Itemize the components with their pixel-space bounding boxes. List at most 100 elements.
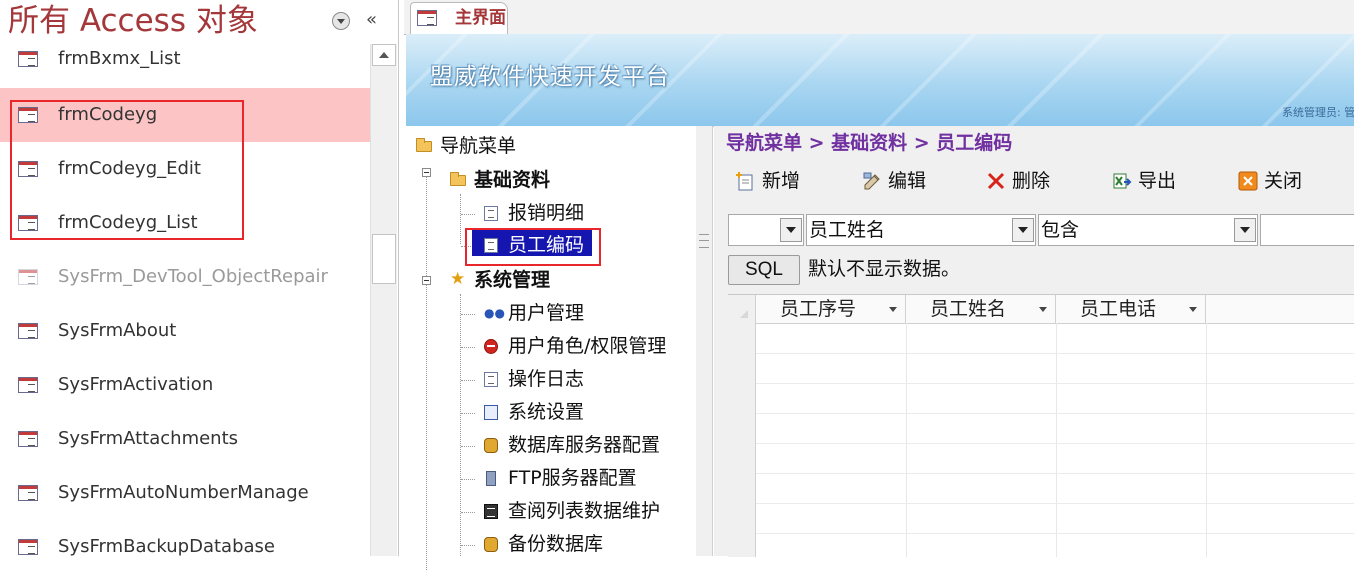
database-icon	[484, 537, 498, 552]
nav-item-label: SysFrmActivation	[58, 374, 214, 395]
nav-item-label: frmBxmx_List	[58, 48, 181, 69]
tree-item-label: 系统设置	[508, 401, 585, 423]
column-filter-arrow-icon[interactable]	[1039, 307, 1047, 312]
nav-item-sysfrmabout[interactable]: SysFrmAbout	[0, 304, 370, 358]
employee-datasheet: 员工序号 员工姓名 员工电话	[728, 294, 1354, 557]
tree-item-label: 查阅列表数据维护	[508, 500, 661, 522]
tree-item-label: 用户角色/权限管理	[508, 335, 667, 357]
users-icon: ●●	[484, 306, 505, 320]
tree-guide-line	[461, 479, 475, 480]
edit-icon	[863, 172, 880, 190]
tree-guide-line	[461, 347, 475, 348]
database-icon	[484, 438, 498, 453]
document-area: 主界面 盟威软件快速开发平台 系统管理员: 管 导航菜单 基础资料 报销明细 员…	[404, 0, 1354, 570]
tree-item-label: 用户管理	[508, 302, 585, 324]
grid-line	[1056, 323, 1057, 557]
tree-node-label: 基础资料	[474, 169, 551, 191]
excel-export-icon	[1113, 173, 1132, 189]
field-name-combo[interactable]: 员工姓名	[806, 214, 1036, 246]
tree-item-label: FTP服务器配置	[508, 467, 637, 489]
dropdown-arrow-icon[interactable]	[1012, 218, 1034, 242]
form-icon	[18, 269, 38, 285]
scroll-thumb[interactable]	[372, 234, 396, 284]
form-icon	[18, 539, 38, 555]
tree-guide-line	[461, 380, 475, 381]
column-header-label: 员工电话	[1080, 298, 1157, 320]
no-entry-icon	[484, 339, 498, 354]
nav-item-sysfrm-devtool-objectrepair[interactable]: SysFrm_DevTool_ObjectRepair	[0, 250, 370, 304]
nav-item-sysfrmautonumbermanage[interactable]: SysFrmAutoNumberManage	[0, 466, 370, 520]
new-document-icon	[736, 172, 753, 191]
collapse-icon[interactable]	[422, 276, 431, 285]
employee-code-list-form: 导航菜单 > 基础资料 > 员工编码 新增 编辑 删除 导出 关闭 员工姓名 包…	[714, 126, 1354, 557]
column-header-employee-phone[interactable]: 员工电话	[1056, 295, 1206, 323]
tree-guide-line	[461, 512, 475, 513]
grid-line	[756, 383, 1354, 384]
grid-line	[756, 533, 1354, 534]
nav-pane-scrollbar[interactable]	[370, 44, 397, 556]
shutter-bar-collapse-icon[interactable]: «	[366, 9, 377, 31]
button-label: 导出	[1138, 170, 1177, 192]
combo-value: 包含	[1041, 219, 1080, 241]
grid-line	[756, 413, 1354, 414]
button-label: 编辑	[888, 170, 927, 192]
header-banner: 盟威软件快速开发平台 系统管理员: 管	[406, 34, 1354, 127]
grid-line	[756, 443, 1354, 444]
star-icon: ★	[450, 269, 466, 289]
column-header-employee-name[interactable]: 员工姓名	[906, 295, 1056, 323]
nav-item-sysfrmattachments[interactable]: SysFrmAttachments	[0, 412, 370, 466]
combo-value: 员工姓名	[809, 219, 886, 241]
nav-pane-menu-icon[interactable]	[332, 12, 350, 30]
column-header-label: 员工序号	[780, 298, 857, 320]
search-value-input[interactable]	[1260, 214, 1354, 246]
datasheet-header: 员工序号 员工姓名 员工电话	[728, 295, 1354, 324]
document-icon	[484, 372, 498, 387]
nav-item-label: SysFrmAbout	[58, 320, 177, 341]
tree-item-label: 数据库服务器配置	[508, 434, 661, 456]
grid-line	[1206, 323, 1207, 557]
nav-item-sysfrmbackupdatabase[interactable]: SysFrmBackupDatabase	[0, 520, 370, 556]
sql-status-message: 默认不显示数据。	[808, 258, 961, 280]
nav-item-label: SysFrmAutoNumberManage	[58, 482, 309, 503]
column-filter-arrow-icon[interactable]	[1189, 307, 1197, 312]
close-icon	[1238, 171, 1258, 191]
breadcrumb: 导航菜单 > 基础资料 > 员工编码	[726, 132, 1013, 154]
form-icon	[18, 485, 38, 501]
tree-guide-line	[426, 170, 427, 570]
scroll-grip-icon[interactable]	[699, 234, 709, 248]
settings-icon	[484, 405, 498, 420]
tab-main-form[interactable]: 主界面	[410, 2, 508, 34]
form-icon	[18, 377, 38, 393]
operator-combo[interactable]: 包含	[1038, 214, 1258, 246]
tree-item-label: 备份数据库	[508, 533, 604, 555]
open-folder-icon	[450, 172, 466, 186]
document-icon	[484, 206, 498, 221]
grid-line	[756, 503, 1354, 504]
dropdown-arrow-icon[interactable]	[1234, 218, 1256, 242]
tree-guide-line	[460, 294, 461, 556]
banner-title: 盟威软件快速开发平台	[430, 64, 670, 90]
column-header-employee-id[interactable]: 员工序号	[756, 295, 906, 323]
logic-combo[interactable]	[728, 214, 804, 246]
nav-item-sysfrmactivation[interactable]: SysFrmActivation	[0, 358, 370, 412]
filter-bar: 员工姓名 包含	[728, 214, 1354, 246]
dropdown-arrow-icon[interactable]	[780, 218, 802, 242]
tree-guide-line	[461, 413, 475, 414]
select-all-corner[interactable]	[728, 295, 756, 323]
nav-item-frmbxmx-list[interactable]: frmBxmx_List	[0, 32, 370, 86]
nav-item-label: SysFrmAttachments	[58, 428, 239, 449]
table-icon	[484, 504, 498, 519]
tree-scrollbar[interactable]	[696, 126, 713, 556]
sql-button[interactable]: SQL	[728, 255, 800, 285]
button-label: 删除	[1012, 170, 1051, 192]
collapse-icon[interactable]	[422, 168, 431, 177]
column-filter-arrow-icon[interactable]	[889, 307, 897, 312]
tab-label: 主界面	[455, 8, 506, 28]
button-label: 关闭	[1264, 170, 1303, 192]
nav-item-label: SysFrm_DevTool_ObjectRepair	[58, 266, 328, 287]
navigation-tree: 导航菜单 基础资料 报销明细 员工编码 ★ 系统管理 ●● 用户管理 用户角色/…	[406, 126, 697, 570]
tree-guide-line	[460, 194, 461, 244]
tree-guide-line	[461, 214, 475, 215]
scroll-up-icon[interactable]	[372, 44, 396, 66]
tree-item-label: 操作日志	[508, 368, 585, 390]
